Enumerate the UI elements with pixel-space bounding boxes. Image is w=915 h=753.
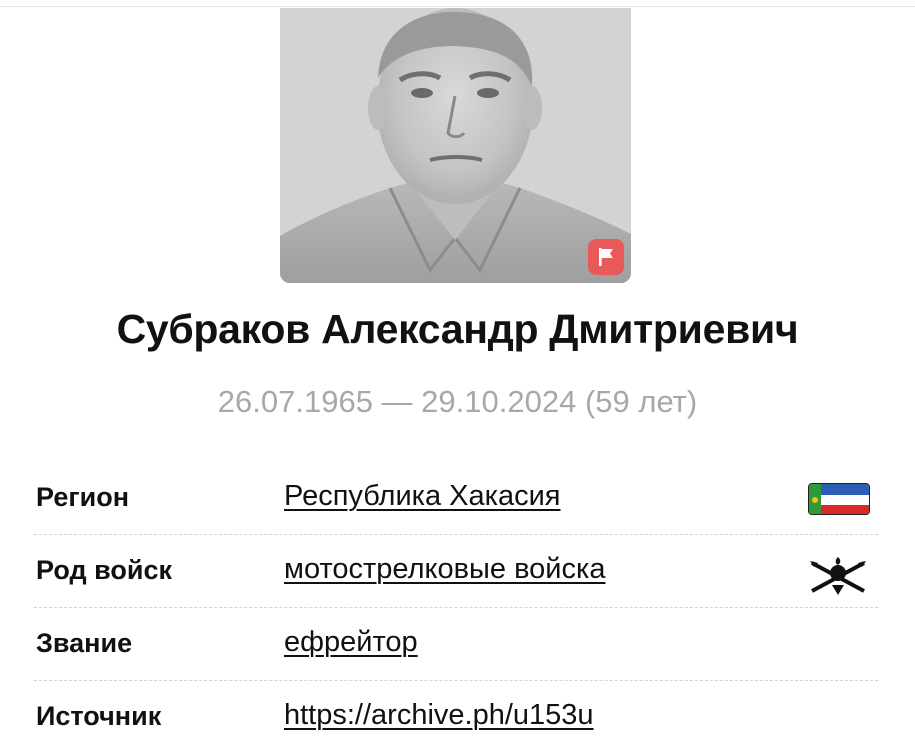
khakassia-flag-icon [808, 483, 870, 515]
branch-label: Род войск [36, 555, 172, 585]
rank-label: Звание [36, 628, 133, 658]
rank-link[interactable]: ефрейтор [284, 626, 418, 659]
source-label: Источник [36, 701, 162, 731]
life-dates: 26.07.1965 — 29.10.2024 (59 лет) [217, 384, 698, 419]
portrait-image [280, 8, 631, 283]
motor-rifle-emblem-icon [806, 555, 870, 595]
person-name: Субраков Александр Дмитриевич [116, 306, 799, 352]
flag-icon[interactable] [588, 239, 624, 275]
source-link[interactable]: https://archive.ph/u153u [284, 699, 594, 732]
info-row-rank: Звание ефрейтор [34, 608, 878, 681]
top-divider [0, 6, 915, 7]
info-row-region: Регион Республика Хакасия [34, 462, 878, 535]
portrait-photo [280, 8, 631, 283]
info-table: Регион Республика Хакасия Род войск мото… [34, 462, 878, 753]
info-row-source: Источник https://archive.ph/u153u [34, 681, 878, 753]
branch-link[interactable]: мотострелковые войска [284, 553, 605, 586]
region-label: Регион [36, 482, 129, 512]
info-row-branch: Род войск мотострелковые войска [34, 535, 878, 608]
region-link[interactable]: Республика Хакасия [284, 480, 561, 513]
